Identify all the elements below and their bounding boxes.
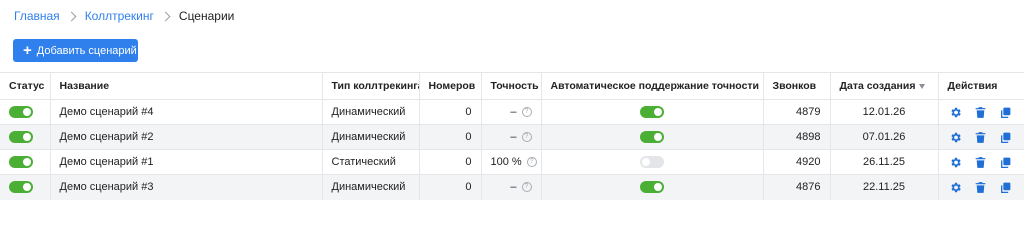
numbers-count: 0 [419, 99, 482, 125]
add-scenario-button[interactable]: + Добавить сценарий [13, 39, 138, 62]
actions-cell [938, 174, 1024, 200]
status-cell [0, 149, 51, 175]
header-accuracy: Точность [481, 72, 542, 100]
accuracy-cell: 100 %? [481, 149, 542, 175]
auto-accuracy-cell [541, 99, 764, 125]
auto-accuracy-cell [541, 149, 764, 175]
gear-icon[interactable] [949, 131, 962, 144]
header-numbers: Номеров [419, 72, 482, 100]
accuracy-value: – [510, 131, 517, 143]
table-row: Демо сценарий #3 Динамический 0–? 4876 22.11… [0, 174, 1024, 200]
row-actions [948, 156, 1016, 169]
table-row: Демо сценарий #4 Динамический 0–? 4879 12.01… [0, 99, 1024, 125]
header-auto-label: Автоматическое поддержание точности [550, 80, 760, 92]
auto-accuracy-toggle[interactable] [640, 106, 664, 119]
scenario-type: Динамический [322, 124, 420, 150]
auto-accuracy-cell [541, 174, 764, 200]
scenario-name[interactable]: Демо сценарий #1 [50, 149, 323, 175]
add-scenario-label: Добавить сценарий [36, 44, 137, 57]
status-cell [0, 99, 51, 125]
table-row: Демо сценарий #1 Статический 0 100 %? 4920 26… [0, 149, 1024, 175]
sort-desc-icon [919, 83, 926, 89]
auto-accuracy-toggle[interactable] [640, 156, 664, 169]
breadcrumb-home-link[interactable]: Главная [14, 9, 60, 23]
numbers-count: 0 [419, 149, 482, 175]
breadcrumb-current: Сценарии [178, 9, 235, 23]
trash-icon[interactable] [974, 131, 987, 144]
status-cell [0, 124, 51, 150]
table-row: Демо сценарий #2 Динамический 0–? 4898 07.01… [0, 124, 1024, 150]
scenario-type: Статический [322, 149, 420, 175]
question-icon[interactable]: ? [521, 132, 532, 143]
actions-cell [938, 124, 1024, 150]
row-actions [948, 106, 1016, 119]
header-actions: Действия [938, 72, 1024, 100]
numbers-count: 0 [419, 124, 482, 150]
scenario-name[interactable]: Демо сценарий #3 [50, 174, 323, 200]
copy-icon[interactable] [999, 131, 1012, 144]
chevron-right-icon [66, 11, 77, 21]
accuracy-value: – [510, 181, 517, 194]
header-status: Статус [0, 72, 51, 100]
created-date: 26.11.25 [830, 149, 939, 175]
calls-count: 4876 [763, 174, 831, 200]
question-icon[interactable]: ? [521, 182, 532, 193]
accuracy-cell: –? [481, 99, 542, 125]
actions-cell [938, 149, 1024, 175]
accuracy-value: 100 % [490, 156, 522, 168]
question-icon[interactable]: ? [521, 107, 532, 118]
header-type: Тип коллтрекинга [322, 72, 420, 100]
table-header-row: Статус Название Тип коллтрекинга Номеров… [0, 72, 1024, 100]
question-icon[interactable]: ? [526, 157, 537, 168]
auto-accuracy-toggle[interactable] [640, 181, 664, 194]
accuracy-cell: –? [481, 174, 542, 200]
actions-cell [938, 99, 1024, 125]
gear-icon[interactable] [949, 181, 962, 194]
breadcrumb: Главная Коллтрекинг Сценарии [14, 8, 234, 24]
calls-count: 4898 [763, 124, 831, 150]
status-toggle[interactable] [9, 131, 33, 144]
trash-icon[interactable] [974, 181, 987, 194]
created-date: 07.01.26 [830, 124, 939, 150]
header-created-label: Дата создания [839, 80, 916, 92]
header-created[interactable]: Дата создания [830, 72, 939, 100]
calls-count: 4920 [763, 149, 831, 175]
header-name: Название [50, 72, 323, 100]
gear-icon[interactable] [949, 156, 962, 169]
numbers-count: 0 [419, 174, 482, 200]
trash-icon[interactable] [974, 156, 987, 169]
copy-icon[interactable] [999, 181, 1012, 194]
calls-count: 4879 [763, 99, 831, 125]
plus-icon: + [23, 42, 32, 59]
copy-icon[interactable] [999, 156, 1012, 169]
status-toggle[interactable] [9, 181, 33, 194]
chevron-right-icon [160, 11, 171, 21]
gear-icon[interactable] [949, 106, 962, 119]
auto-accuracy-cell [541, 124, 764, 150]
header-calls: Звонков [763, 72, 831, 100]
copy-icon[interactable] [999, 106, 1012, 119]
scenario-type: Динамический [322, 174, 420, 200]
created-date: 22.11.25 [830, 174, 939, 200]
scenario-type: Динамический [322, 99, 420, 125]
status-toggle[interactable] [9, 106, 33, 119]
scenarios-table: Статус Название Тип коллтрекинга Номеров… [0, 72, 1024, 200]
status-cell [0, 174, 51, 200]
status-toggle[interactable] [9, 156, 33, 169]
created-date: 12.01.26 [830, 99, 939, 125]
trash-icon[interactable] [974, 106, 987, 119]
auto-accuracy-toggle[interactable] [640, 131, 664, 144]
breadcrumb-calltracking-link[interactable]: Коллтрекинг [85, 9, 154, 23]
accuracy-cell: –? [481, 124, 542, 150]
row-actions [948, 131, 1016, 144]
accuracy-value: – [510, 106, 517, 118]
scenario-name[interactable]: Демо сценарий #2 [50, 124, 323, 150]
header-auto-accuracy: Автоматическое поддержание точности? [541, 72, 764, 100]
row-actions [948, 181, 1016, 194]
scenario-name[interactable]: Демо сценарий #4 [50, 99, 323, 125]
